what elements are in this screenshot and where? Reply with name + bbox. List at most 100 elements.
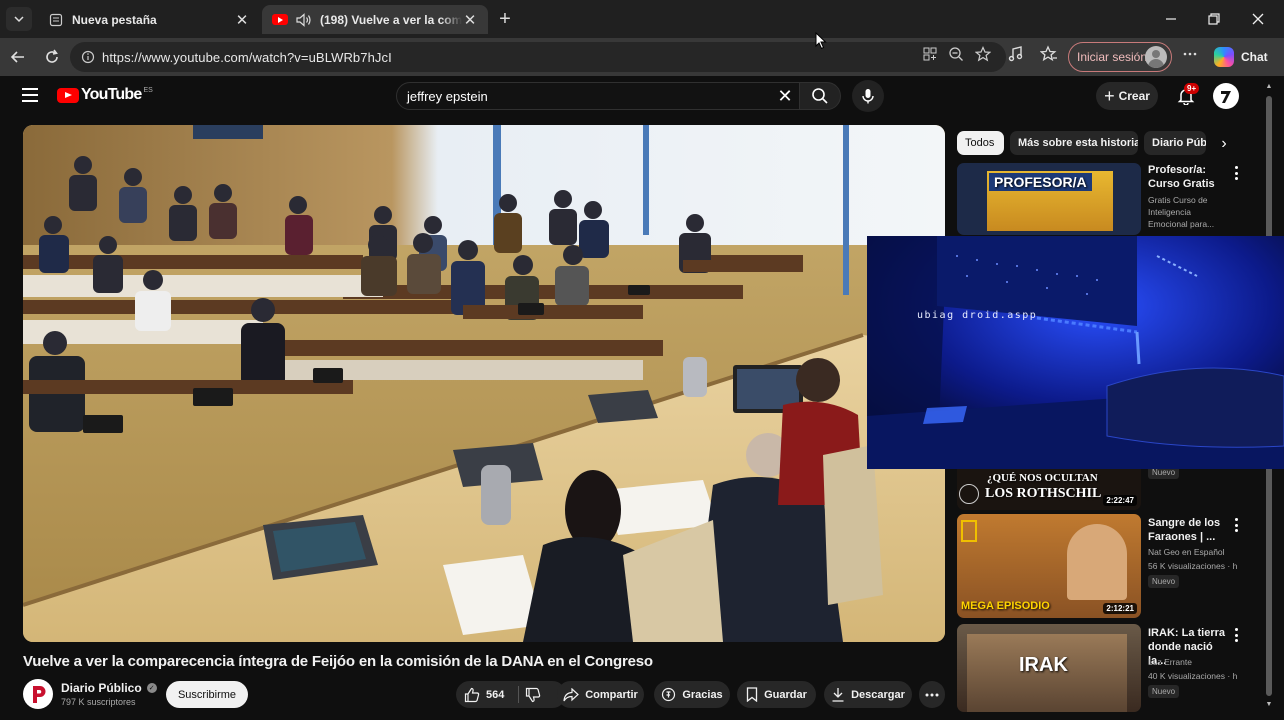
more-horizontal-icon xyxy=(925,693,939,696)
chip-mas-sobre-esta-historia[interactable]: Más sobre esta historia xyxy=(1010,131,1138,155)
reload-icon[interactable] xyxy=(41,46,63,68)
verified-check-icon: ✓ xyxy=(146,683,157,693)
read-aloud-icon[interactable] xyxy=(1007,45,1025,63)
more-actions-button[interactable] xyxy=(919,681,945,708)
thumb-caption: IRAK xyxy=(1019,654,1068,676)
search-button[interactable] xyxy=(799,82,841,110)
thumb-caption: ¿QUÉ NOS OCULTAN xyxy=(987,472,1098,484)
url-text: https://www.youtube.com/watch?v=uBLWRb7h… xyxy=(102,49,392,65)
pip-caption: ubiag droid.aspp xyxy=(917,310,1038,321)
menu-icon[interactable] xyxy=(22,88,38,102)
rec-more-icon[interactable] xyxy=(1232,518,1240,532)
microphone-icon xyxy=(862,89,874,104)
close-tab-icon[interactable]: ✕ xyxy=(462,12,478,29)
more-options-icon[interactable] xyxy=(1181,45,1199,63)
rec-title[interactable]: Sangre de los Faraones | ... xyxy=(1148,516,1230,544)
download-label: Descargar xyxy=(851,688,905,701)
download-button[interactable]: Descargar xyxy=(824,681,912,708)
site-info-icon[interactable] xyxy=(80,49,96,65)
rec-title[interactable]: Profesor/a: Curso Gratis xyxy=(1148,163,1230,191)
chip-diario-publico[interactable]: Diario Público xyxy=(1144,131,1206,155)
diario-publico-logo-icon xyxy=(33,686,46,703)
create-button[interactable]: + Crear xyxy=(1096,82,1158,110)
rec-channel[interactable]: Luz Errante xyxy=(1148,656,1248,668)
download-icon xyxy=(831,687,845,702)
video-player[interactable] xyxy=(23,125,945,642)
thumb-caption: LOS ROTHSCHIL xyxy=(985,486,1102,501)
emblem-icon xyxy=(959,484,979,504)
rec-meta: Emocional para... xyxy=(1148,219,1215,229)
favorites-icon[interactable] xyxy=(1040,45,1058,63)
like-button[interactable]: 564 xyxy=(464,687,504,703)
account-avatar[interactable] xyxy=(1213,83,1239,109)
zoom-icon[interactable] xyxy=(947,45,965,63)
close-tab-icon[interactable]: ✕ xyxy=(234,12,250,29)
back-arrow-icon[interactable] xyxy=(7,46,29,68)
save-button[interactable]: Guardar xyxy=(737,681,816,708)
voice-search-button[interactable] xyxy=(852,80,884,112)
plus-icon: + xyxy=(1104,85,1115,106)
video-title: Vuelve a ver la comparecencia íntegra de… xyxy=(23,653,653,670)
subscriber-count: 797 K suscriptores xyxy=(61,697,136,707)
clear-search-icon[interactable]: ✕ xyxy=(774,85,796,107)
share-button[interactable]: Compartir xyxy=(557,681,644,708)
chevron-down-icon xyxy=(14,16,24,23)
signin-button[interactable]: Iniciar sesión xyxy=(1068,42,1172,72)
tab-list-button[interactable] xyxy=(6,7,32,31)
close-window-icon[interactable] xyxy=(1246,8,1270,30)
super-thanks-icon xyxy=(661,687,676,702)
pip-video-frame xyxy=(867,236,1284,469)
youtube-play-icon xyxy=(57,87,79,103)
region-code: ES xyxy=(143,86,153,94)
thanks-button[interactable]: Gracias xyxy=(654,681,730,708)
video-frame-congress-hearing xyxy=(23,125,945,642)
search-input[interactable]: jeffrey epstein xyxy=(396,82,800,110)
speaker-icon[interactable] xyxy=(296,12,312,28)
restore-icon[interactable] xyxy=(1202,8,1226,30)
notification-count-badge: 9+ xyxy=(1184,83,1200,94)
youtube-wordmark: YouTube xyxy=(81,86,142,103)
search-icon xyxy=(812,88,828,104)
picture-in-picture-window[interactable]: ubiag droid.aspp xyxy=(867,236,1284,469)
channel-name[interactable]: Diario Público ✓ xyxy=(61,681,157,695)
rec-channel[interactable]: Nat Geo en Español xyxy=(1148,546,1248,558)
address-bar[interactable]: https://www.youtube.com/watch?v=uBLWRb7h… xyxy=(70,42,1006,72)
minimize-icon[interactable] xyxy=(1159,8,1183,30)
dislike-button[interactable] xyxy=(520,681,546,708)
youtube-logo[interactable]: YouTube ES xyxy=(57,86,153,104)
tab-youtube-video[interactable]: (198) Vuelve a ver la comparecencia ✕ xyxy=(262,5,488,34)
tab-new-tab[interactable]: Nueva pestaña ✕ xyxy=(38,5,260,34)
rec-thumbnail[interactable]: IRAK xyxy=(957,624,1141,712)
favorite-star-icon[interactable] xyxy=(974,45,992,63)
chip-todos[interactable]: Todos xyxy=(957,131,1004,155)
new-tab-button[interactable]: + xyxy=(494,8,516,30)
browser-tab-bar: Nueva pestaña ✕ (198) Vuelve a ver la co… xyxy=(0,0,1284,38)
app-available-icon[interactable] xyxy=(921,45,939,63)
save-label: Guardar xyxy=(764,688,807,701)
tab-title: (198) Vuelve a ver la comparecencia xyxy=(320,12,462,27)
chevron-right-icon[interactable]: › xyxy=(1214,134,1234,154)
youtube-favicon-icon xyxy=(272,12,288,28)
thumbs-up-icon xyxy=(464,687,480,702)
page-icon xyxy=(48,12,64,28)
channel-avatar[interactable] xyxy=(23,679,53,709)
copilot-chat-button[interactable]: Chat xyxy=(1210,42,1276,72)
share-arrow-icon xyxy=(563,687,580,702)
scroll-up-icon[interactable]: ▲ xyxy=(1265,82,1273,90)
rec-more-icon[interactable] xyxy=(1232,166,1240,180)
create-label: Crear xyxy=(1118,89,1150,103)
thanks-label: Gracias xyxy=(682,688,723,701)
tab-title: Nueva pestaña xyxy=(72,12,157,27)
copilot-icon xyxy=(1214,47,1234,67)
rec-thumbnail[interactable]: MEGA EPISODIO 2:12:21 xyxy=(957,514,1141,618)
rec-thumbnail[interactable]: PROFESOR/A xyxy=(957,163,1141,235)
like-count: 564 xyxy=(486,688,505,701)
rec-meta: Inteligencia xyxy=(1148,207,1192,217)
video-duration: 2:12:21 xyxy=(1103,603,1137,614)
rec-meta: Gratis Curso de xyxy=(1148,195,1208,205)
scroll-down-icon[interactable]: ▼ xyxy=(1265,700,1273,708)
signin-label: Iniciar sesión xyxy=(1077,50,1148,64)
subscribe-button[interactable]: Suscribirme xyxy=(166,681,248,708)
thumb-caption: PROFESOR/A xyxy=(989,173,1092,191)
rec-more-icon[interactable] xyxy=(1232,628,1240,642)
